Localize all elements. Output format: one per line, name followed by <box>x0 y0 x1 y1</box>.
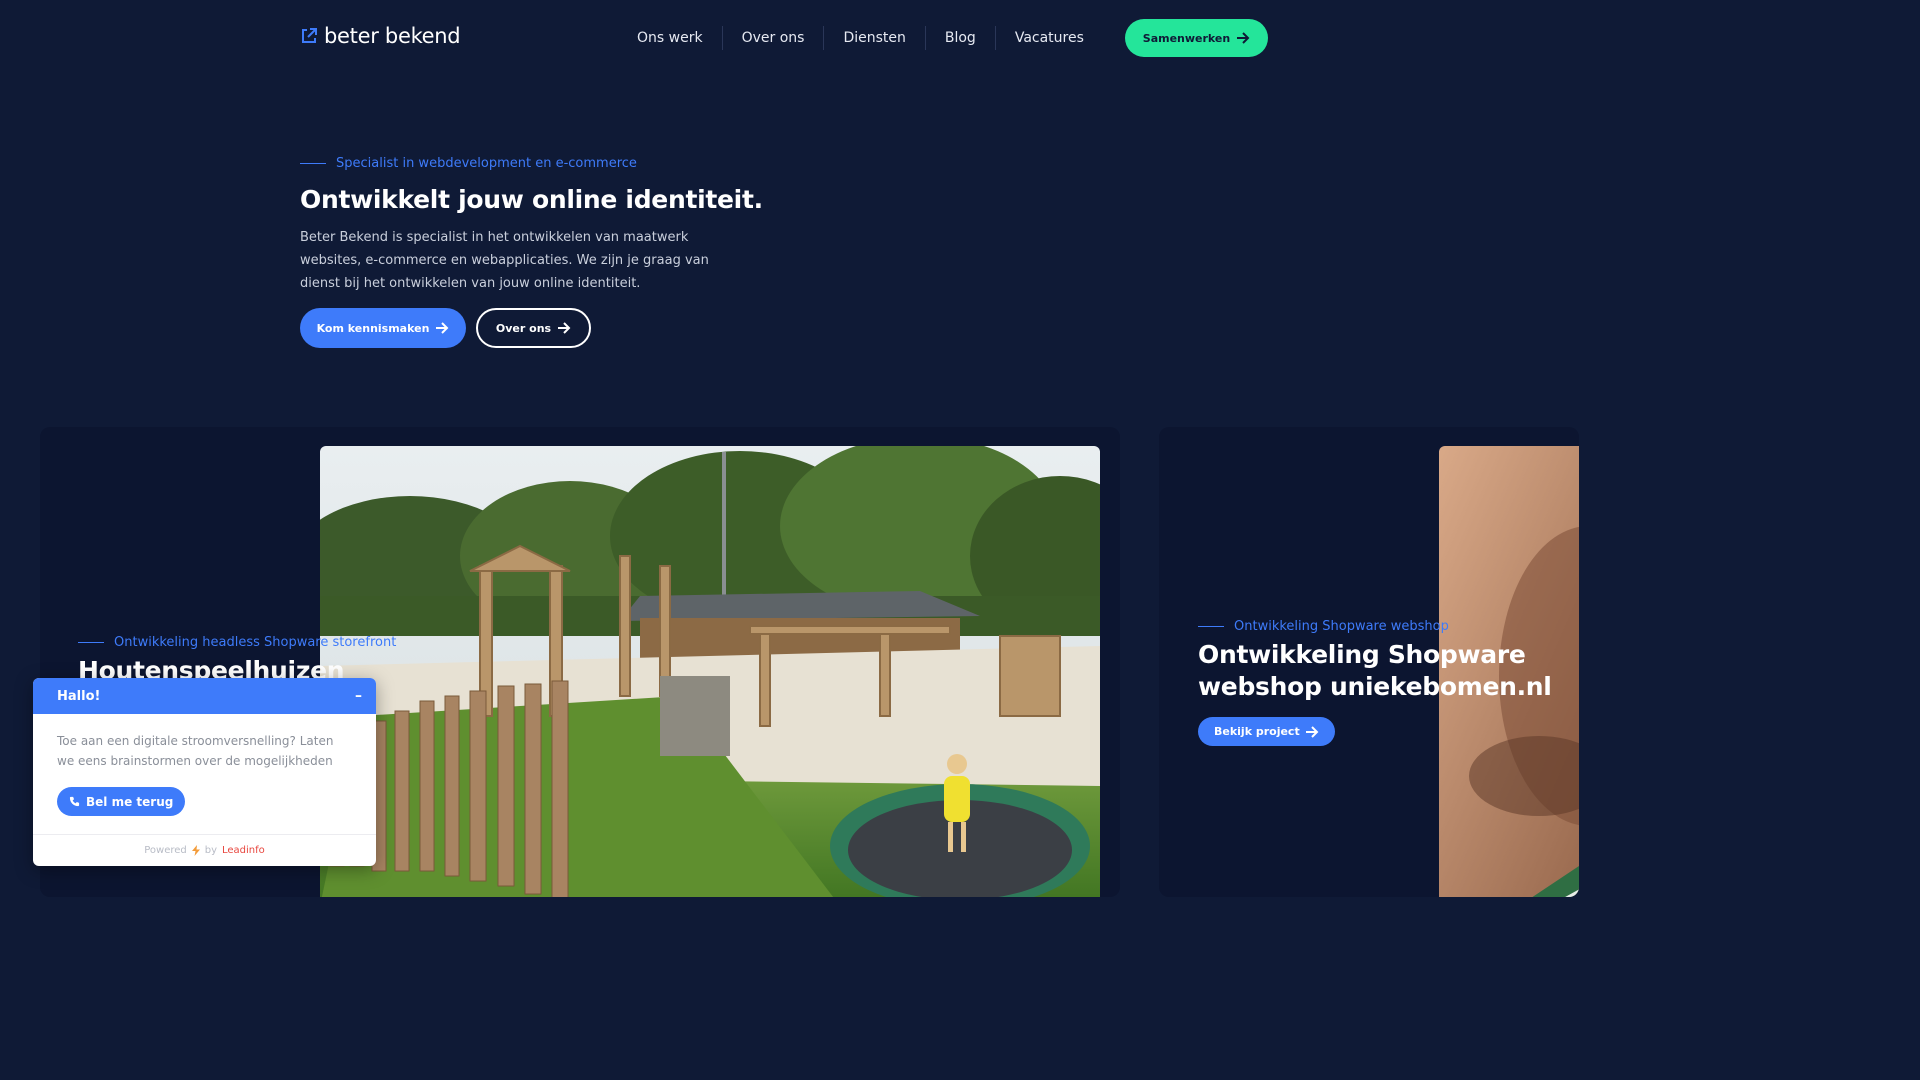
arrow-right-icon <box>1305 725 1319 738</box>
arrow-right-icon <box>558 322 571 334</box>
leadinfo-link[interactable]: Leadinfo <box>222 845 265 856</box>
playground-image <box>320 446 1100 897</box>
samenwerken-button[interactable]: Samenwerken <box>1125 19 1268 57</box>
project-title-line-2: webshop uniekebomen.nl <box>1198 672 1552 701</box>
project-eyebrow-text: Ontwikkeling Shopware webshop <box>1234 619 1449 634</box>
hero-title: Ontwikkelt jouw online identiteit. <box>300 185 763 214</box>
eyebrow-line <box>1198 626 1224 627</box>
hero-section: Specialist in webdevelopment en e-commer… <box>300 156 763 348</box>
over-ons-button[interactable]: Over ons <box>476 308 591 348</box>
project-title: Ontwikkeling Shopware webshop uniekebome… <box>1198 639 1552 703</box>
hero-buttons: Kom kennismaken Over ons <box>300 308 591 348</box>
chat-body: Toe aan een digitale stroomversnelling? … <box>33 714 376 816</box>
nav-item-blog[interactable]: Blog <box>924 26 995 50</box>
project-photo-playground <box>320 446 1100 897</box>
nav-item-ons-werk[interactable]: Ons werk <box>618 26 722 50</box>
chat-widget: Hallo! – Toe aan een digitale stroomvers… <box>33 678 376 866</box>
project-eyebrow-text: Ontwikkeling headless Shopware storefron… <box>114 635 397 650</box>
bel-me-terug-button[interactable]: Bel me terug <box>57 787 186 816</box>
hero-eyebrow-text: Specialist in webdevelopment en e-commer… <box>336 156 637 171</box>
project-eyebrow: Ontwikkeling Shopware webshop <box>1198 619 1449 634</box>
site-header: beter bekend Ons werk Over ons Diensten … <box>0 0 1568 76</box>
powered-text: Powered <box>144 845 187 856</box>
chat-message: Toe aan een digitale stroomversnelling? … <box>57 734 334 768</box>
nav-item-diensten[interactable]: Diensten <box>823 26 924 50</box>
project-eyebrow: Ontwikkeling headless Shopware storefron… <box>78 635 396 650</box>
minimize-button[interactable]: – <box>355 688 362 704</box>
bekijk-project-button[interactable]: Bekijk project <box>1198 717 1335 746</box>
kom-kennismaken-label: Kom kennismaken <box>316 321 430 335</box>
bekijk-project-label: Bekijk project <box>1214 725 1300 738</box>
lightning-icon <box>191 845 200 856</box>
nav-item-over-ons[interactable]: Over ons <box>721 26 824 50</box>
chat-footer: Powered by Leadinfo <box>33 834 376 866</box>
hero-eyebrow: Specialist in webdevelopment en e-commer… <box>300 156 740 171</box>
samenwerken-label: Samenwerken <box>1142 31 1231 45</box>
eyebrow-line <box>78 642 104 643</box>
kom-kennismaken-button[interactable]: Kom kennismaken <box>300 308 466 348</box>
chat-header: Hallo! – <box>33 678 376 714</box>
phone-icon <box>69 796 80 807</box>
eyebrow-line <box>300 163 326 164</box>
nav-item-vacatures[interactable]: Vacatures <box>994 26 1103 50</box>
logo-text: beter bekend <box>324 24 461 48</box>
bel-me-terug-label: Bel me terug <box>86 794 174 809</box>
logo[interactable]: beter bekend <box>300 24 461 48</box>
hero-text: Beter Bekend is specialist in het ontwik… <box>300 230 709 291</box>
main-nav: Ons werk Over ons Diensten Blog Vacature… <box>618 26 1103 50</box>
chat-title: Hallo! <box>57 688 101 704</box>
external-link-icon <box>302 28 317 43</box>
over-ons-label: Over ons <box>495 321 552 335</box>
by-text: by <box>204 845 217 856</box>
project-card-uniekebomen[interactable]: Ontwikkeling Shopware webshop Ontwikkeli… <box>1159 427 1579 897</box>
arrow-right-icon <box>1237 32 1250 44</box>
arrow-right-icon <box>436 322 449 334</box>
project-title-line-1: Ontwikkeling Shopware <box>1198 640 1526 669</box>
